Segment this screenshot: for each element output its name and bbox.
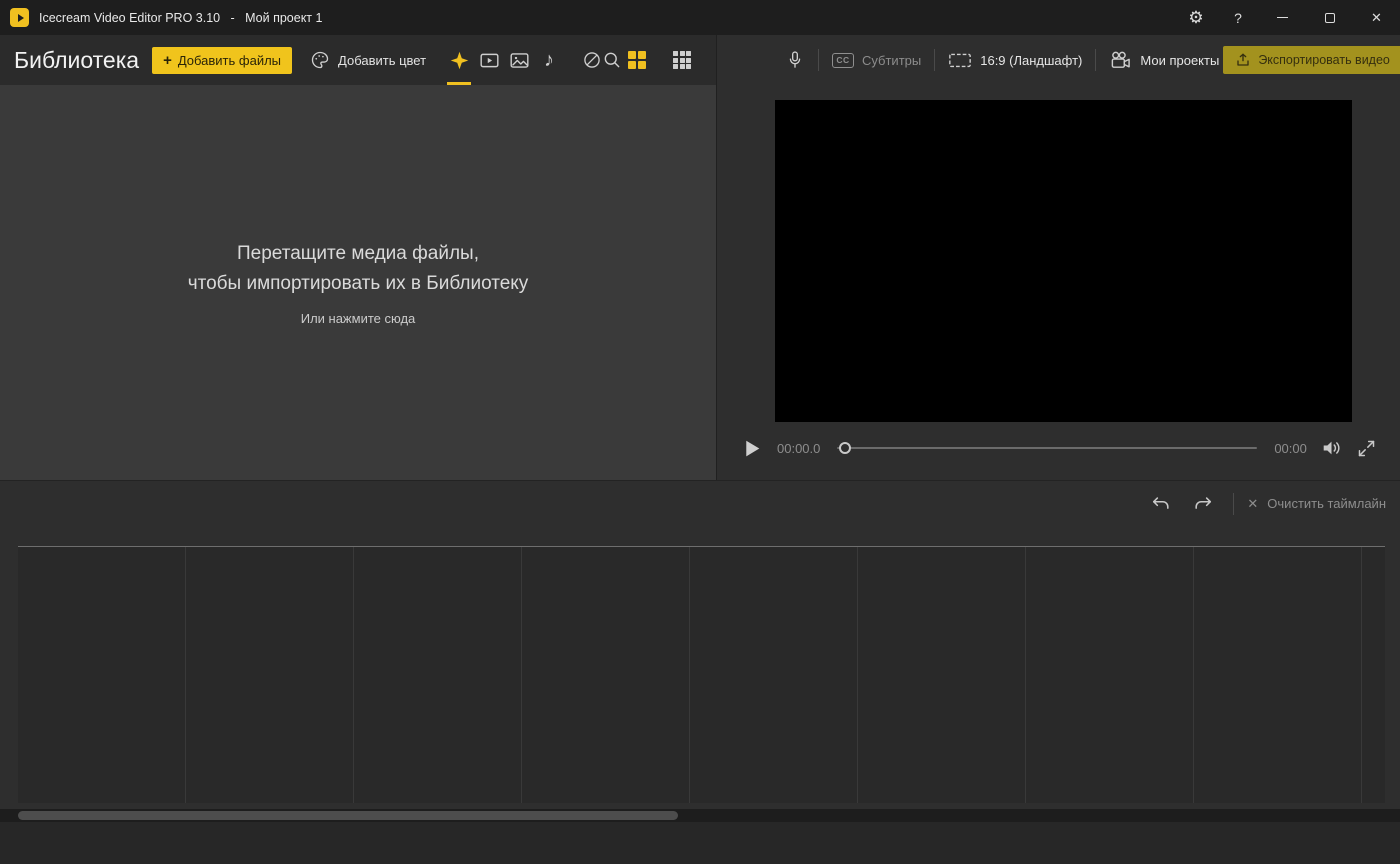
library-panel: Библиотека + Добавить файлы Добавить цве… <box>0 35 740 480</box>
close-button[interactable]: ✕ <box>1353 0 1400 35</box>
toolbar-separator <box>1095 49 1097 71</box>
music-note-icon: ♪ <box>544 49 555 71</box>
add-color-button[interactable]: Добавить цвет <box>310 50 426 70</box>
maximize-icon <box>1324 12 1335 23</box>
clear-timeline-button[interactable]: ✕ Очистить таймлайн <box>1247 496 1386 511</box>
microphone-icon <box>785 49 805 71</box>
seek-track[interactable] <box>837 447 1258 449</box>
grid-large-icon <box>628 51 647 69</box>
cc-icon: CC <box>832 52 854 68</box>
seek-bar[interactable] <box>837 440 1258 456</box>
my-projects-button[interactable]: Мои проекты <box>1105 50 1223 71</box>
current-time: 00:00.0 <box>777 440 821 456</box>
add-color-label: Добавить цвет <box>338 52 427 68</box>
tab-videos[interactable] <box>474 35 504 85</box>
large-grid-view-button[interactable] <box>622 35 652 85</box>
volume-button[interactable] <box>1320 437 1343 459</box>
main-area: Библиотека + Добавить файлы Добавить цве… <box>0 35 1400 480</box>
video-clip-icon <box>479 50 500 71</box>
settings-button[interactable]: ⚙ <box>1175 0 1217 35</box>
search-icon <box>602 50 622 70</box>
preview-panel: CC Субтитры 16:9 (Ландшафт) Мои проекты … <box>717 35 1400 480</box>
preview-toolbar: CC Субтитры 16:9 (Ландшафт) Мои проекты … <box>717 35 1400 85</box>
timeline-tracks[interactable] <box>18 547 1385 803</box>
video-preview-screen <box>775 100 1353 422</box>
sparkle-star-icon <box>449 50 470 71</box>
film-frame-icon <box>948 50 972 70</box>
titlebar-controls: ⚙ ? ✕ <box>1175 0 1400 35</box>
gear-icon: ⚙ <box>1188 8 1204 27</box>
image-icon <box>509 50 530 71</box>
seek-handle[interactable] <box>839 442 852 454</box>
timeline-section: ✕ Очистить таймлайн <box>0 480 1400 864</box>
library-header: Библиотека + Добавить файлы Добавить цве… <box>0 35 740 85</box>
toolbar-separator <box>818 49 819 71</box>
undo-button[interactable] <box>1140 494 1182 514</box>
export-label: Экспортировать видео <box>1258 53 1390 67</box>
subtitles-label: Субтитры <box>862 52 922 68</box>
playback-controls: 00:00.0 00:00 <box>717 422 1400 480</box>
timeline-body <box>0 526 1400 809</box>
grid-small-icon <box>673 51 692 69</box>
circle-slash-icon <box>582 50 602 70</box>
export-video-button[interactable]: Экспортировать видео <box>1223 46 1400 74</box>
library-title: Библиотека <box>14 46 140 73</box>
preview-area <box>717 85 1400 422</box>
library-filter-tabs: ♪ <box>444 35 564 85</box>
bottom-strip <box>0 822 1400 864</box>
help-icon: ? <box>1234 9 1242 26</box>
dropzone-text: Перетащите медиа файлы, чтобы импортиров… <box>187 243 529 294</box>
aspect-ratio-label: 16:9 (Ландшафт) <box>980 52 1083 68</box>
tab-favorites[interactable] <box>444 35 474 85</box>
undo-icon <box>1153 496 1169 509</box>
play-button[interactable] <box>739 436 764 461</box>
total-time: 00:00 <box>1274 440 1307 456</box>
subtitles-button[interactable]: CC Субтитры <box>828 52 925 68</box>
minimize-button[interactable] <box>1259 0 1306 35</box>
my-projects-label: Мои проекты <box>1140 52 1220 68</box>
voiceover-button[interactable] <box>781 49 809 71</box>
add-files-label: Добавить файлы <box>177 52 282 68</box>
export-icon <box>1235 52 1251 68</box>
library-dropzone[interactable]: Перетащите медиа файлы, чтобы импортиров… <box>0 85 716 480</box>
plus-icon: + <box>163 51 172 69</box>
timeline-scrollbar[interactable] <box>0 809 1400 822</box>
clear-timeline-label: Очистить таймлайн <box>1267 496 1386 511</box>
fullscreen-button[interactable] <box>1356 438 1377 459</box>
redo-icon <box>1195 496 1212 509</box>
play-icon <box>746 440 760 456</box>
dropzone-hint: Или нажмите сюда <box>300 310 416 326</box>
add-files-button[interactable]: + Добавить файлы <box>152 46 293 74</box>
palette-icon <box>310 50 330 70</box>
app-logo-icon <box>10 8 29 27</box>
toolbar-separator <box>1233 492 1235 515</box>
close-icon: ✕ <box>1371 9 1382 25</box>
transitions-filter-button[interactable] <box>582 35 602 85</box>
tab-images[interactable] <box>504 35 534 85</box>
minimize-icon <box>1277 17 1288 18</box>
titlebar: Icecream Video Editor PRO 3.10 - Мой про… <box>0 0 1400 35</box>
toolbar-separator <box>934 49 936 71</box>
redo-button[interactable] <box>1182 494 1224 514</box>
movie-camera-icon <box>1109 50 1132 71</box>
tab-audio[interactable]: ♪ <box>534 35 564 85</box>
clear-x-icon: ✕ <box>1247 496 1259 511</box>
help-button[interactable]: ? <box>1217 0 1259 35</box>
small-grid-view-button[interactable] <box>667 35 697 85</box>
timeline-toolbar: ✕ Очистить таймлайн <box>0 481 1400 526</box>
maximize-button[interactable] <box>1306 0 1353 35</box>
aspect-ratio-button[interactable]: 16:9 (Ландшафт) <box>944 50 1086 70</box>
search-button[interactable] <box>602 35 622 85</box>
window-title: Icecream Video Editor PRO 3.10 - Мой про… <box>39 10 323 25</box>
timeline-scrollbar-thumb[interactable] <box>18 811 678 820</box>
fullscreen-icon <box>1358 440 1375 456</box>
volume-icon <box>1323 441 1340 455</box>
